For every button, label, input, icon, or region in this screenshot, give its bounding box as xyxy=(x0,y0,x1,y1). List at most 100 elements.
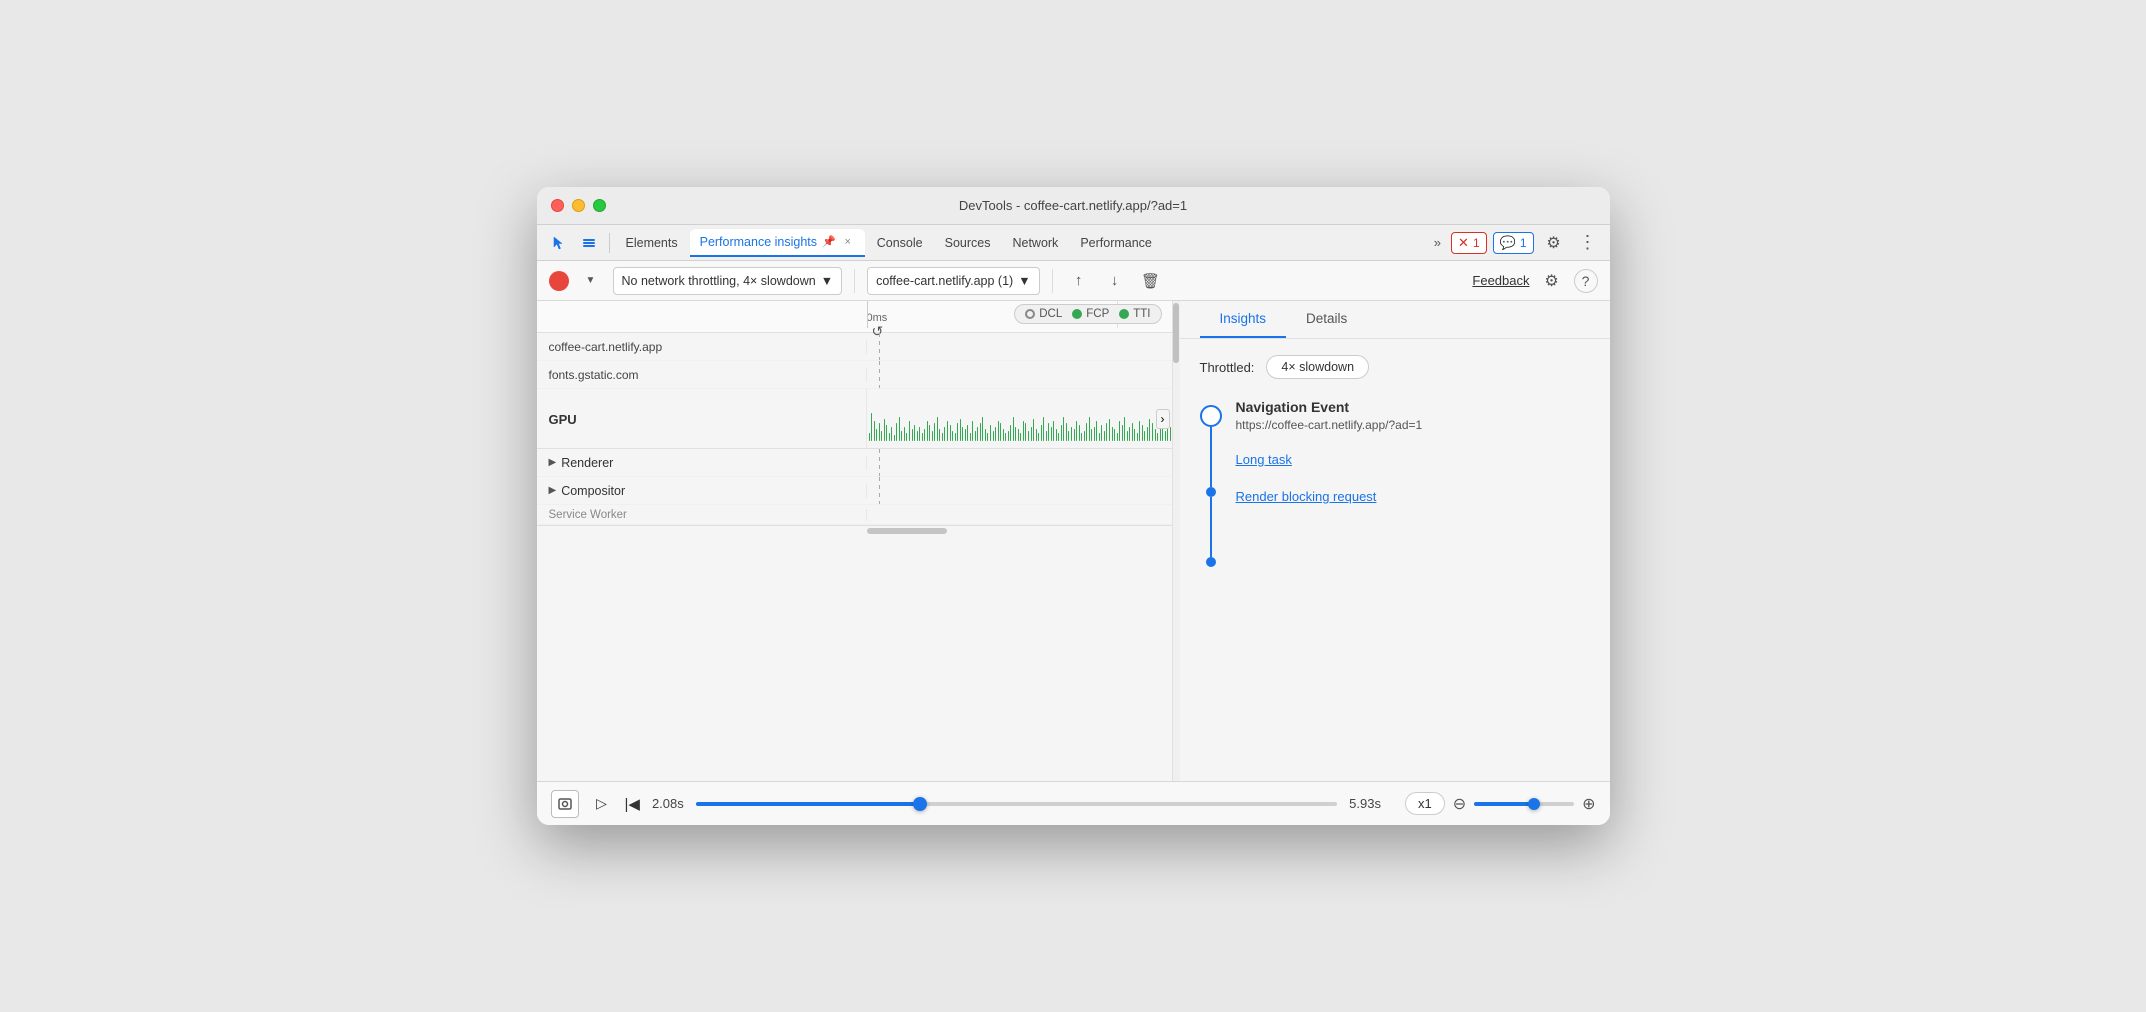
nav-line-1 xyxy=(1210,427,1212,487)
download-button[interactable]: ↓ xyxy=(1101,267,1129,295)
timeline-section: 0ms 400ms 800ms ↺ DCL xyxy=(537,301,1172,781)
tab-network[interactable]: Network xyxy=(1002,229,1068,257)
gpu-bar xyxy=(932,431,933,441)
long-task-link[interactable]: Long task xyxy=(1236,448,1590,467)
tab-details[interactable]: Details xyxy=(1286,301,1367,338)
gpu-bar xyxy=(1114,429,1115,441)
cursor-tool-icon[interactable] xyxy=(545,229,573,257)
gpu-bar xyxy=(1112,427,1113,441)
renderer-arrow-icon: ▶ xyxy=(549,457,557,468)
gpu-bar xyxy=(1008,431,1009,441)
zoom-slider[interactable] xyxy=(1474,802,1574,806)
network-row-2-label: fonts.gstatic.com xyxy=(537,368,867,382)
gpu-bar xyxy=(927,421,928,441)
gpu-bar xyxy=(1071,427,1072,441)
dashed-line-start xyxy=(879,333,880,360)
gpu-bar xyxy=(874,421,875,441)
renderer-collapse-button[interactable]: ▶ Renderer xyxy=(537,456,867,470)
play-button[interactable]: ▷ xyxy=(591,793,613,815)
zoom-in-icon[interactable]: ⊕ xyxy=(1582,794,1595,814)
toolbar-help-icon[interactable]: ? xyxy=(1574,269,1598,293)
layers-icon[interactable] xyxy=(575,229,603,257)
main-content: 0ms 400ms 800ms ↺ DCL xyxy=(537,301,1610,781)
record-button[interactable] xyxy=(549,271,569,291)
info-badge[interactable]: 💬 1 xyxy=(1493,232,1534,254)
gpu-bar xyxy=(869,433,870,441)
gpu-bar xyxy=(1170,427,1171,441)
compositor-row: ▶ Compositor xyxy=(537,477,1172,505)
gpu-bar xyxy=(1109,419,1110,441)
gpu-bar xyxy=(1015,427,1016,441)
gpu-content: › xyxy=(867,389,1172,448)
service-worker-row: Service Worker xyxy=(537,505,1172,525)
gpu-bar xyxy=(914,425,915,441)
tab-elements[interactable]: Elements xyxy=(616,229,688,257)
render-blocking-link[interactable]: Render blocking request xyxy=(1236,485,1590,504)
gpu-bar xyxy=(1152,423,1153,441)
gpu-bar xyxy=(1074,429,1075,441)
gpu-bar xyxy=(1086,423,1087,441)
delete-button[interactable]: 🗑 xyxy=(1137,267,1165,295)
zoom-section: x1 ⊖ ⊕ xyxy=(1405,792,1596,815)
zoom-out-icon[interactable]: ⊖ xyxy=(1453,794,1466,814)
tab-close-icon[interactable]: × xyxy=(841,235,855,249)
gpu-bars xyxy=(867,397,1172,441)
gpu-bar xyxy=(1137,433,1138,441)
dropdown-arrow-icon[interactable]: ▼ xyxy=(577,267,605,295)
domain-chevron-icon: ▼ xyxy=(1018,274,1030,288)
gpu-bar xyxy=(972,421,973,441)
vertical-scrollbar[interactable] xyxy=(1172,301,1180,781)
gpu-bar xyxy=(1076,421,1077,441)
gpu-bar xyxy=(1091,429,1092,441)
maximize-button[interactable] xyxy=(593,199,606,212)
gpu-bar xyxy=(970,433,971,441)
throttle-dropdown[interactable]: No network throttling, 4× slowdown ▼ xyxy=(613,267,843,295)
toolbar-separator-2 xyxy=(1052,269,1053,293)
tab-performance-insights[interactable]: Performance insights 📌 × xyxy=(690,229,865,257)
gpu-bar xyxy=(977,427,978,441)
service-worker-label: Service Worker xyxy=(537,509,867,521)
upload-button[interactable]: ↑ xyxy=(1065,267,1093,295)
tab-sources[interactable]: Sources xyxy=(935,229,1001,257)
gpu-bar xyxy=(1144,431,1145,441)
network-row-1-content xyxy=(867,333,1172,360)
gpu-bar xyxy=(1020,433,1021,441)
more-tabs-button[interactable]: » xyxy=(1430,233,1445,252)
feedback-link[interactable]: Feedback xyxy=(1472,273,1529,288)
network-row-1-label: coffee-cart.netlify.app xyxy=(537,340,867,354)
gpu-label: GPU xyxy=(537,389,867,449)
gpu-bar xyxy=(1010,425,1011,441)
toolbar-settings-icon[interactable]: ⚙ xyxy=(1538,267,1566,295)
pin-icon: 📌 xyxy=(822,235,836,248)
tabs-right-section: » ✕ 1 💬 1 ⚙ ⋮ xyxy=(1430,229,1602,257)
traffic-lights xyxy=(551,199,606,212)
timeline-scrubber[interactable] xyxy=(696,802,1337,806)
gpu-bar xyxy=(934,423,935,441)
nav-event-content: Navigation Event https://coffee-cart.net… xyxy=(1236,399,1590,567)
more-options-icon[interactable]: ⋮ xyxy=(1574,229,1602,257)
gpu-bar xyxy=(899,417,900,441)
domain-dropdown[interactable]: coffee-cart.netlify.app (1) ▼ xyxy=(867,267,1039,295)
close-button[interactable] xyxy=(551,199,564,212)
gpu-bar xyxy=(942,433,943,441)
fcp-dot-icon xyxy=(1072,309,1082,319)
minimize-button[interactable] xyxy=(572,199,585,212)
tab-insights[interactable]: Insights xyxy=(1200,301,1287,338)
gpu-bar xyxy=(1000,423,1001,441)
horizontal-scrollbar[interactable] xyxy=(537,525,1172,535)
error-badge[interactable]: ✕ 1 xyxy=(1451,232,1487,254)
skip-to-start-button[interactable]: |◀ xyxy=(625,795,640,813)
compositor-collapse-button[interactable]: ▶ Compositor xyxy=(537,484,867,498)
settings-icon[interactable]: ⚙ xyxy=(1540,229,1568,257)
nav-dot-1 xyxy=(1206,487,1216,497)
dashed-line-2-start xyxy=(879,361,880,388)
screenshot-button[interactable] xyxy=(551,790,579,818)
gpu-bar xyxy=(985,429,986,441)
nav-circle-icon xyxy=(1200,405,1222,427)
gpu-bar xyxy=(1094,427,1095,441)
gpu-expand-button[interactable]: › xyxy=(1156,409,1170,429)
tab-performance[interactable]: Performance xyxy=(1070,229,1162,257)
tab-console[interactable]: Console xyxy=(867,229,933,257)
network-row-2: fonts.gstatic.com xyxy=(537,361,1172,389)
right-panel: Insights Details Throttled: 4× slowdown xyxy=(1180,301,1610,781)
